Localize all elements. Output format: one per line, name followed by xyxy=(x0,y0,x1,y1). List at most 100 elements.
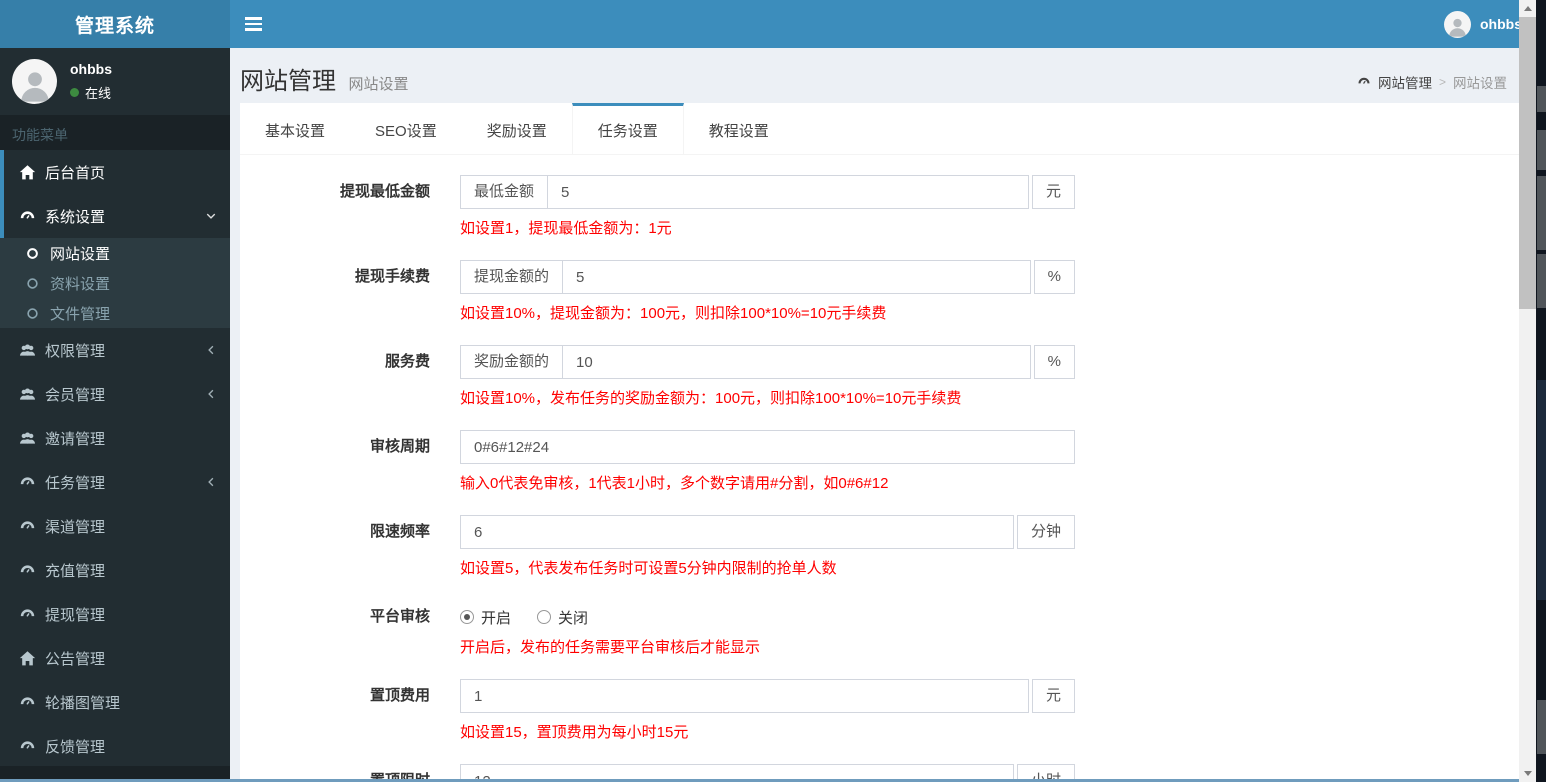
breadcrumb-current: 网站设置 xyxy=(1453,76,1507,91)
platform-review-off-radio[interactable] xyxy=(537,610,552,624)
sidebar-item-recharge[interactable]: 充值管理 xyxy=(0,548,230,592)
sidebar-item-invites[interactable]: 邀请管理 xyxy=(0,416,230,460)
gauge-icon xyxy=(19,474,36,491)
platform-review-on-radio[interactable] xyxy=(460,610,474,624)
sidebar-item-withdrawals[interactable]: 提现管理 xyxy=(0,592,230,636)
scroll-up-button[interactable] xyxy=(1519,0,1536,17)
field-label: 审核周期 xyxy=(369,438,430,455)
field-help-text: 如设置10%，提现金额为：100元，则扣除100*10%=10元手续费 xyxy=(460,305,887,322)
sidebar-submenu-system: 网站设置 资料设置 文件管理 xyxy=(0,238,230,328)
online-status-dot xyxy=(70,88,79,97)
breadcrumb: 网站管理 > 网站设置 xyxy=(1357,72,1507,92)
radio-option-label[interactable]: 开启 xyxy=(481,607,511,628)
chevron-down-icon xyxy=(206,213,216,219)
navbar: ohbbs xyxy=(230,0,1536,48)
input-suffix-addon: 小时 xyxy=(1016,764,1075,779)
field-label: 服务费 xyxy=(384,353,430,370)
field-help-text: 如设置10%，发布任务的奖励金额为：100元，则扣除100*10%=10元手续费 xyxy=(460,390,962,407)
sidebar: ohbbs 在线 功能菜单 后台首页 系统设置 网站设置 资料设置 文件管理 权… xyxy=(0,48,230,779)
form-row-rate-limit: 限速频率 分钟 如设置5，代表发布任务时可设置5分钟内限制的抢单人数 xyxy=(240,515,1519,578)
task-settings-form: 提现最低金额 最低金额 元 如设置1，提现最低金额为：1元 提现手续费 提现金额… xyxy=(240,155,1519,779)
sidebar-username: ohbbs xyxy=(70,61,112,77)
tab-task-settings[interactable]: 任务设置 xyxy=(571,103,684,154)
avatar xyxy=(12,59,57,104)
gauge-icon xyxy=(19,606,36,623)
gauge-icon xyxy=(19,694,36,711)
form-row-pin-duration: 置顶限时 小时 xyxy=(240,764,1519,779)
sidebar-item-permissions[interactable]: 权限管理 xyxy=(0,328,230,372)
form-row-pin-fee: 置顶费用 元 如设置15，置顶费用为每小时15元 xyxy=(240,679,1519,742)
tab-reward-settings[interactable]: 奖励设置 xyxy=(462,103,572,154)
sidebar-item-announcements[interactable]: 公告管理 xyxy=(0,636,230,680)
form-row-withdrawal-fee: 提现手续费 提现金额的 % 如设置10%，提现金额为：100元，则扣除100*1… xyxy=(240,260,1519,323)
home-icon xyxy=(19,650,36,667)
username-label: ohbbs xyxy=(1480,16,1522,32)
radio-option-label[interactable]: 关闭 xyxy=(558,607,588,628)
users-icon xyxy=(19,430,36,447)
sidebar-item-file-management[interactable]: 文件管理 xyxy=(0,298,230,328)
field-help-text: 输入0代表免审核，1代表1小时，多个数字请用#分割，如0#6#12 xyxy=(460,475,889,492)
person-icon xyxy=(20,72,49,102)
chevron-left-icon xyxy=(208,477,214,487)
content-area: 网站管理 网站设置 网站管理 > 网站设置 基本设置 SEO设置 奖励设置 任务… xyxy=(230,48,1519,779)
sidebar-item-members[interactable]: 会员管理 xyxy=(0,372,230,416)
dashboard-icon xyxy=(1357,75,1371,89)
user-menu[interactable]: ohbbs xyxy=(1444,0,1522,48)
tab-tutorial-settings[interactable]: 教程设置 xyxy=(684,103,794,154)
sidebar-toggle-button[interactable] xyxy=(230,0,276,48)
tab-seo-settings[interactable]: SEO设置 xyxy=(350,103,462,154)
users-icon xyxy=(19,386,36,403)
arrow-down-icon xyxy=(1523,771,1532,776)
circle-o-icon xyxy=(24,247,41,260)
field-label: 平台审核 xyxy=(369,608,430,625)
gauge-icon xyxy=(19,738,36,755)
sidebar-footer-strip xyxy=(0,766,230,779)
sidebar-menu-header: 功能菜单 xyxy=(0,115,230,150)
app-logo[interactable]: 管理系统 xyxy=(0,0,230,48)
withdrawal-fee-input[interactable] xyxy=(562,260,1031,294)
input-suffix-addon: 元 xyxy=(1031,679,1075,713)
tab-basic-settings[interactable]: 基本设置 xyxy=(240,103,350,154)
form-row-min-withdrawal: 提现最低金额 最低金额 元 如设置1，提现最低金额为：1元 xyxy=(240,175,1519,238)
rate-limit-input[interactable] xyxy=(460,515,1014,549)
sidebar-item-profile-settings[interactable]: 资料设置 xyxy=(0,268,230,298)
input-suffix-addon: % xyxy=(1033,260,1075,294)
page-subtitle: 网站设置 xyxy=(348,76,409,93)
sidebar-item-carousel[interactable]: 轮播图管理 xyxy=(0,680,230,724)
breadcrumb-root[interactable]: 网站管理 xyxy=(1378,72,1432,92)
chevron-left-icon xyxy=(208,345,214,355)
field-help-text: 如设置1，提现最低金额为：1元 xyxy=(460,220,672,237)
circle-o-icon xyxy=(24,307,41,320)
sidebar-item-feedback[interactable]: 反馈管理 xyxy=(0,724,230,768)
vertical-scrollbar[interactable] xyxy=(1519,0,1536,782)
page-title: 网站管理 xyxy=(240,68,336,95)
settings-tabs: 基本设置 SEO设置 奖励设置 任务设置 教程设置 xyxy=(240,103,1519,155)
input-prefix-addon: 最低金额 xyxy=(460,175,548,209)
home-icon xyxy=(19,164,36,181)
sidebar-item-site-settings[interactable]: 网站设置 xyxy=(0,238,230,268)
external-window-strip xyxy=(1536,0,1546,782)
form-row-service-fee: 服务费 奖励金额的 % 如设置10%，发布任务的奖励金额为：100元，则扣除10… xyxy=(240,345,1519,408)
pin-duration-input[interactable] xyxy=(460,764,1014,779)
sidebar-item-dashboard[interactable]: 后台首页 xyxy=(0,150,230,194)
person-icon xyxy=(1449,18,1466,37)
pin-fee-input[interactable] xyxy=(460,679,1029,713)
review-cycle-input[interactable] xyxy=(460,430,1075,464)
scrollbar-thumb[interactable] xyxy=(1519,17,1536,309)
input-suffix-addon: 分钟 xyxy=(1016,515,1075,549)
sidebar-item-channels[interactable]: 渠道管理 xyxy=(0,504,230,548)
field-label: 置顶限时 xyxy=(240,764,460,779)
min-withdrawal-input[interactable] xyxy=(547,175,1029,209)
sidebar-item-tasks[interactable]: 任务管理 xyxy=(0,460,230,504)
service-fee-input[interactable] xyxy=(562,345,1031,379)
field-help-text: 如设置15，置顶费用为每小时15元 xyxy=(460,724,689,741)
input-suffix-addon: 元 xyxy=(1031,175,1075,209)
scroll-down-button[interactable] xyxy=(1519,765,1536,782)
field-label: 提现最低金额 xyxy=(339,183,430,200)
sidebar-item-system-settings[interactable]: 系统设置 xyxy=(0,194,230,238)
gauge-icon xyxy=(19,562,36,579)
arrow-up-icon xyxy=(1523,6,1532,11)
circle-o-icon xyxy=(24,277,41,290)
field-label: 限速频率 xyxy=(369,523,430,540)
top-header: 管理系统 ohbbs xyxy=(0,0,1536,48)
